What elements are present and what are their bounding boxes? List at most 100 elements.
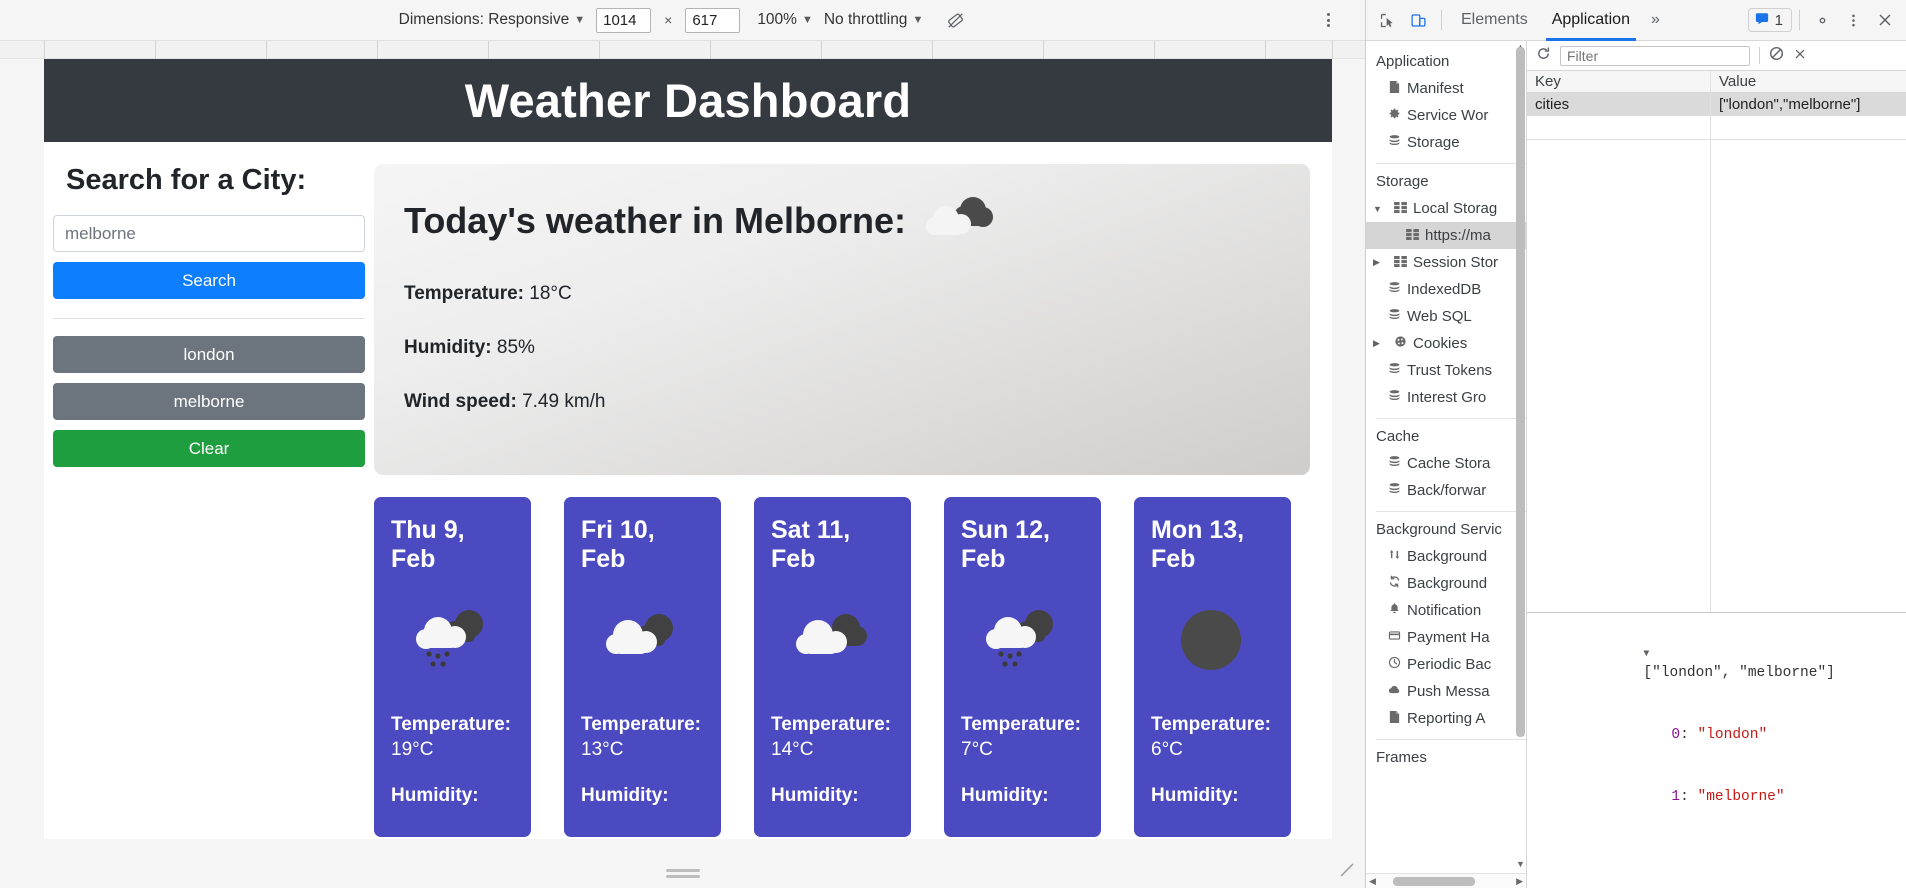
database-icon xyxy=(1388,308,1401,325)
tree-item-back-forward-cache[interactable]: Back/forwar xyxy=(1366,477,1526,504)
tree-item-local-storage[interactable]: ▼ Local Storag xyxy=(1366,195,1526,222)
tree-horizontal-scrollbar[interactable]: ◀ ▶ xyxy=(1366,873,1526,888)
tab-elements[interactable]: Elements xyxy=(1449,0,1540,41)
device-toolbar-icon[interactable] xyxy=(1403,5,1434,36)
table-row[interactable]: cities ["london","melborne"] xyxy=(1527,93,1906,116)
tree-item-interest-groups[interactable]: Interest Gro xyxy=(1366,384,1526,411)
column-header-value[interactable]: Value xyxy=(1711,71,1906,92)
tree-item-cookies[interactable]: ▶ Cookies xyxy=(1366,330,1526,357)
forecast-humidity-row: Humidity: xyxy=(581,783,704,808)
tree-item-local-storage-origin[interactable]: https://ma xyxy=(1366,222,1526,249)
tree-vertical-scrollbar[interactable] xyxy=(1516,47,1525,737)
viewport-ruler xyxy=(0,41,1365,59)
table-row-empty[interactable] xyxy=(1527,116,1906,139)
forecast-humidity-row: Humidity: xyxy=(961,783,1084,808)
tree-item-label: Trust Tokens xyxy=(1407,362,1493,379)
tree-item-storage-overview[interactable]: Storage xyxy=(1366,129,1526,156)
chevron-down-icon: ▼ xyxy=(912,13,924,26)
tree-item-label: Cache Stora xyxy=(1407,455,1491,472)
refresh-icon[interactable] xyxy=(1536,46,1551,65)
forecast-card: Sat 11, Feb Temperature: 14°C Humidity: xyxy=(754,497,911,837)
tree-item-reporting-api[interactable]: Reporting A xyxy=(1366,705,1526,732)
forecast-list: Thu 9, Feb Temperature: 19°C Humidity: F… xyxy=(374,497,1310,837)
tree-item-payment-handler[interactable]: Payment Ha xyxy=(1366,624,1526,651)
tree-item-session-storage[interactable]: ▶ Session Stor xyxy=(1366,249,1526,276)
forecast-humidity-label: Humidity: xyxy=(391,784,479,806)
history-city-melborne[interactable]: melborne xyxy=(53,383,365,420)
viewport-corner-resize-icon[interactable] xyxy=(1339,862,1355,878)
tree-hscroll-thumb[interactable] xyxy=(1392,876,1476,886)
close-icon[interactable] xyxy=(1869,5,1900,36)
devtools-kebab-icon[interactable] xyxy=(1838,5,1869,36)
tree-item-background-fetch[interactable]: Background xyxy=(1366,543,1526,570)
tree-item-push-messaging[interactable]: Push Messa xyxy=(1366,678,1526,705)
today-temperature-label: Temperature: xyxy=(404,283,525,304)
chevron-down-icon: ▼ xyxy=(574,13,586,26)
updown-arrows-icon xyxy=(1388,548,1401,565)
database-icon xyxy=(1388,281,1401,298)
tab-application[interactable]: Application xyxy=(1540,0,1642,41)
value-preview-pane: ▼ ["london", "melborne"] 0: "london" 1: … xyxy=(1527,612,1906,888)
chevron-right-icon[interactable]: ▶ xyxy=(1373,257,1384,268)
chevron-down-icon[interactable]: ▼ xyxy=(1373,204,1384,214)
document-icon xyxy=(1388,80,1401,98)
forecast-date: Sat 11, Feb xyxy=(771,516,851,573)
zoom-label: 100% xyxy=(757,11,797,28)
forecast-temperature-label: Temperature: xyxy=(961,714,1082,735)
broken-clouds-icon xyxy=(771,588,894,692)
today-humidity-row: Humidity: 85% xyxy=(404,337,1280,359)
viewport-width-input[interactable] xyxy=(596,7,652,33)
viewport-height-input[interactable] xyxy=(685,7,741,33)
tree-item-indexeddb[interactable]: IndexedDB xyxy=(1366,276,1526,303)
tree-item-trust-tokens[interactable]: Trust Tokens xyxy=(1366,357,1526,384)
tree-item-service-workers[interactable]: Service Wor xyxy=(1366,102,1526,129)
tree-item-notifications[interactable]: Notification xyxy=(1366,597,1526,624)
scroll-right-icon[interactable]: ▶ xyxy=(1513,876,1526,887)
delete-selected-icon[interactable] xyxy=(1793,47,1807,65)
throttling-dropdown[interactable]: No throttling ▼ xyxy=(824,11,923,29)
tree-item-periodic-background-sync[interactable]: Periodic Bac xyxy=(1366,651,1526,678)
application-panel: Application Manifest Service Wor Storage xyxy=(1366,41,1906,888)
broken-clouds-icon xyxy=(920,190,998,251)
chevron-right-icon[interactable]: ▶ xyxy=(1373,338,1384,349)
chevron-double-right-icon[interactable]: » xyxy=(1642,11,1669,29)
tree-item-background-sync[interactable]: Background xyxy=(1366,570,1526,597)
storage-table: Key Value cities ["london","melborne"] xyxy=(1527,71,1906,139)
viewport-height-handle[interactable] xyxy=(665,869,700,880)
viewport-area: Weather Dashboard Search for a City: Sea… xyxy=(0,59,1365,888)
forecast-humidity-row: Humidity: xyxy=(771,783,894,808)
scroll-left-icon[interactable]: ◀ xyxy=(1366,876,1379,887)
forecast-humidity-label: Humidity: xyxy=(581,784,669,806)
inspect-element-icon[interactable] xyxy=(1372,5,1403,36)
tree-group-title-frames: Frames xyxy=(1376,749,1427,766)
broken-clouds-icon xyxy=(581,588,704,692)
city-search-input[interactable] xyxy=(53,215,365,252)
clear-history-button[interactable]: Clear xyxy=(53,430,365,467)
tree-item-label: IndexedDB xyxy=(1407,281,1482,298)
throttling-label: No throttling xyxy=(823,11,908,28)
tree-item-manifest[interactable]: Manifest xyxy=(1366,75,1526,102)
search-button[interactable]: Search xyxy=(53,262,365,299)
forecast-date: Mon 13, Feb xyxy=(1151,516,1245,573)
issues-badge[interactable]: 1 xyxy=(1747,8,1792,32)
column-header-key[interactable]: Key xyxy=(1527,71,1711,92)
device-toolbar-kebab-icon[interactable] xyxy=(1319,10,1337,30)
storage-filter-input[interactable] xyxy=(1560,45,1750,66)
history-city-london[interactable]: london xyxy=(53,336,365,373)
preview-entry: 1: "melborne" xyxy=(1671,788,1785,805)
tree-item-cache-storage[interactable]: Cache Stora xyxy=(1366,450,1526,477)
tree-item-label: Notification xyxy=(1407,602,1482,619)
zoom-dropdown[interactable]: 100% ▼ xyxy=(757,11,813,29)
dimensions-dropdown[interactable]: Dimensions: Responsive ▼ xyxy=(399,11,585,29)
preview-root-line[interactable]: ▼ ["london", "melborne"] xyxy=(1539,622,1894,704)
cell-key: cities xyxy=(1527,93,1711,116)
chevron-down-icon[interactable]: ▼ xyxy=(1643,649,1649,660)
gear-icon[interactable] xyxy=(1807,5,1838,36)
tree-item-web-sql[interactable]: Web SQL xyxy=(1366,303,1526,330)
tree-scroll-down-icon[interactable]: ▼ xyxy=(1515,858,1526,870)
forecast-date: Fri 10, Feb xyxy=(581,516,655,573)
today-wind-row: Wind speed: 7.49 km/h xyxy=(404,391,1280,413)
clear-all-icon[interactable] xyxy=(1769,46,1784,65)
rotate-device-icon[interactable] xyxy=(944,9,966,31)
weather-main-column: Today's weather in Melborne: Temperature… xyxy=(374,142,1332,837)
